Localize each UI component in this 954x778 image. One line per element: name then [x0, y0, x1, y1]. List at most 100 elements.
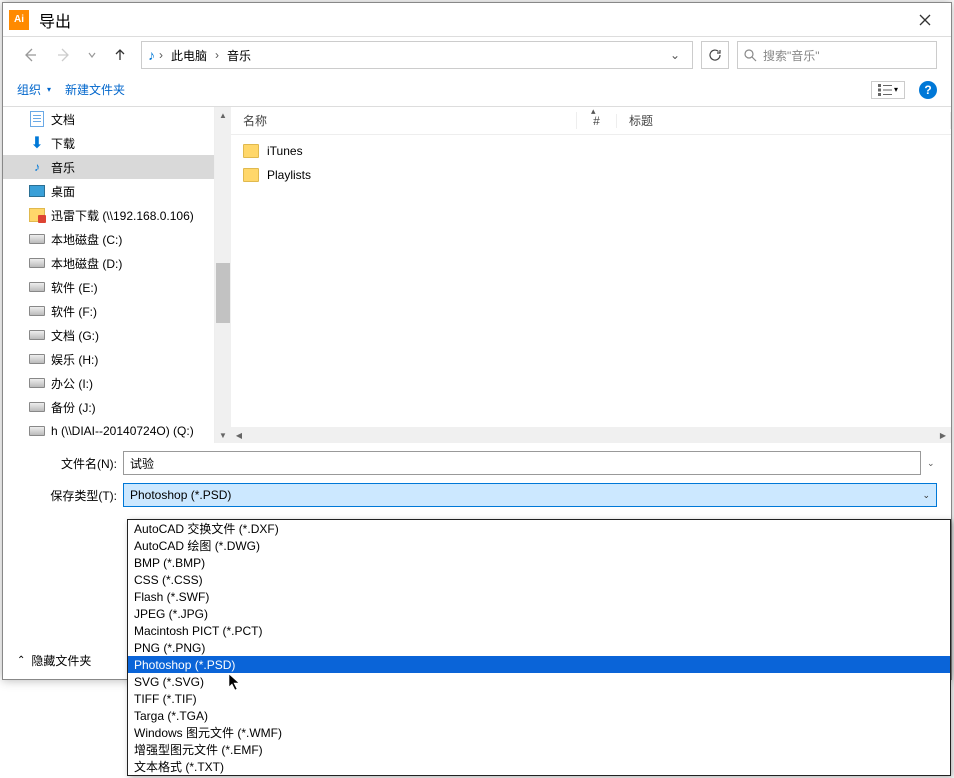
refresh-icon	[708, 48, 722, 62]
breadcrumb-item[interactable]: 音乐	[223, 45, 255, 66]
scroll-down-button[interactable]: ▼	[215, 427, 231, 443]
scroll-left-button[interactable]: ◀	[231, 427, 247, 443]
list-item[interactable]: Playlists	[231, 163, 951, 187]
filetype-option[interactable]: Flash (*.SWF)	[128, 588, 950, 605]
tree-item-label: 文档 (G:)	[51, 327, 99, 344]
main-area: 文档 ⬇下载♪音乐桌面迅雷下载 (\\192.168.0.106) 本地磁盘 (C:…	[3, 107, 951, 443]
scroll-up-button[interactable]: ▲	[215, 107, 231, 123]
filetype-option[interactable]: PNG (*.PNG)	[128, 639, 950, 656]
path-dropdown-button[interactable]: ⌄	[664, 48, 686, 62]
tree-item-label: 软件 (F:)	[51, 303, 97, 320]
tree-item-label: 软件 (E:)	[51, 279, 98, 296]
filetype-option[interactable]: CSS (*.CSS)	[128, 571, 950, 588]
tree-item-label: 迅雷下载 (\\192.168.0.106)	[51, 207, 194, 224]
nav-up-button[interactable]	[107, 42, 133, 68]
app-icon: Ai	[9, 10, 29, 30]
filetype-option[interactable]: SVG (*.SVG)	[128, 673, 950, 690]
organize-button[interactable]: 组织	[17, 81, 41, 98]
tree-item-label: h (\\DIAI--20140724O) (Q:)	[51, 424, 194, 438]
scroll-thumb[interactable]	[216, 263, 230, 323]
tree-item[interactable]: h (\\DIAI--20140724O) (Q:)	[3, 419, 214, 443]
column-headers: ▴ 名称 # 标题	[231, 107, 951, 135]
refresh-button[interactable]	[701, 41, 729, 69]
tree-item[interactable]: 备份 (J:)	[3, 395, 214, 419]
chevron-right-icon: ›	[159, 48, 163, 62]
tree-item-label: 娱乐 (H:)	[51, 351, 98, 368]
path-box[interactable]: ♪ › 此电脑 › 音乐 ⌄	[141, 41, 693, 69]
help-button[interactable]: ?	[919, 81, 937, 99]
tree-item-label: 本地磁盘 (D:)	[51, 255, 122, 272]
filetype-option[interactable]: 增强型图元文件 (*.EMF)	[128, 741, 950, 758]
scroll-right-button[interactable]: ▶	[935, 427, 951, 443]
tree-item[interactable]: 文档	[3, 107, 214, 131]
tree-item-label: 本地磁盘 (C:)	[51, 231, 122, 248]
arrow-right-icon	[56, 47, 72, 63]
filetype-option[interactable]: AutoCAD 绘图 (*.DWG)	[128, 537, 950, 554]
folder-icon	[243, 168, 259, 182]
filetype-option[interactable]: Macintosh PICT (*.PCT)	[128, 622, 950, 639]
tree-item-label: 音乐	[51, 159, 75, 176]
file-name: iTunes	[267, 144, 303, 158]
list-item[interactable]: iTunes	[231, 139, 951, 163]
filetype-dropdown[interactable]: AutoCAD 交换文件 (*.DXF)AutoCAD 绘图 (*.DWG)BM…	[127, 519, 951, 776]
sort-indicator-icon: ▴	[591, 106, 596, 117]
filetype-option[interactable]: AutoCAD 交换文件 (*.DXF)	[128, 520, 950, 537]
tree-item-label: 桌面	[51, 183, 75, 200]
hide-folders-toggle[interactable]: ⌃ 隐藏文件夹	[17, 652, 91, 669]
arrow-up-icon	[113, 48, 127, 62]
filetype-option[interactable]: BMP (*.BMP)	[128, 554, 950, 571]
music-icon: ♪	[148, 47, 155, 63]
filetype-option[interactable]: Targa (*.TGA)	[128, 707, 950, 724]
filetype-option[interactable]: JPEG (*.JPG)	[128, 605, 950, 622]
tree-item-label: 文档	[51, 111, 75, 128]
filename-input[interactable]	[123, 451, 921, 475]
tree-item-label: 备份 (J:)	[51, 399, 96, 416]
view-mode-button[interactable]: ▾	[871, 81, 905, 99]
new-folder-button[interactable]: 新建文件夹	[65, 81, 125, 98]
tree-item[interactable]: 本地磁盘 (D:)	[3, 251, 214, 275]
search-input[interactable]: 搜索"音乐"	[737, 41, 937, 69]
column-number[interactable]: #	[577, 114, 617, 128]
chevron-down-icon: ⌄	[922, 490, 930, 501]
folder-tree[interactable]: 文档 ⬇下载♪音乐桌面迅雷下载 (\\192.168.0.106) 本地磁盘 (C:…	[3, 107, 215, 443]
filetype-combo[interactable]: Photoshop (*.PSD) ⌄	[123, 483, 937, 507]
dialog-title: 导出	[39, 8, 905, 32]
content-hscrollbar[interactable]: ◀ ▶	[231, 427, 951, 443]
breadcrumb-item[interactable]: 此电脑	[167, 45, 211, 66]
folder-icon	[243, 144, 259, 158]
tree-item-label: 办公 (I:)	[51, 375, 93, 392]
hide-folders-label: 隐藏文件夹	[31, 652, 91, 669]
tree-item[interactable]: 本地磁盘 (C:)	[3, 227, 214, 251]
tree-item[interactable]: 桌面	[3, 179, 214, 203]
tree-scrollbar[interactable]: ▲ ▼	[215, 107, 231, 443]
nav-back-button[interactable]	[17, 42, 43, 68]
column-title[interactable]: 标题	[617, 112, 951, 129]
nav-recent-button[interactable]	[85, 42, 99, 68]
nav-forward-button[interactable]	[51, 42, 77, 68]
filename-label: 文件名(N):	[17, 455, 117, 472]
navbar: ♪ › 此电脑 › 音乐 ⌄ 搜索"音乐"	[3, 37, 951, 73]
tree-item[interactable]: 软件 (E:)	[3, 275, 214, 299]
filetype-label: 保存类型(T):	[17, 487, 117, 504]
filetype-option[interactable]: 文本格式 (*.TXT)	[128, 758, 950, 775]
tree-item[interactable]: 文档 (G:)	[3, 323, 214, 347]
close-button[interactable]	[905, 3, 945, 36]
file-name: Playlists	[267, 168, 311, 182]
tree-item[interactable]: 办公 (I:)	[3, 371, 214, 395]
file-list: ▴ 名称 # 标题 iTunes Playlists ◀ ▶	[231, 107, 951, 443]
tree-item[interactable]: 娱乐 (H:)	[3, 347, 214, 371]
filetype-option[interactable]: Photoshop (*.PSD)	[128, 656, 950, 673]
column-name[interactable]: 名称	[231, 112, 577, 129]
tree-item[interactable]: 迅雷下载 (\\192.168.0.106)	[3, 203, 214, 227]
filetype-option[interactable]: TIFF (*.TIF)	[128, 690, 950, 707]
chevron-right-icon: ›	[215, 48, 219, 62]
search-placeholder: 搜索"音乐"	[763, 47, 820, 64]
tree-item[interactable]: 软件 (F:)	[3, 299, 214, 323]
save-form: 文件名(N): ⌄ 保存类型(T): Photoshop (*.PSD) ⌄	[3, 443, 951, 507]
filetype-option[interactable]: Windows 图元文件 (*.WMF)	[128, 724, 950, 741]
tree-item[interactable]: ♪音乐	[3, 155, 214, 179]
list-view-icon	[878, 84, 892, 96]
filename-dropdown-icon[interactable]: ⌄	[927, 458, 937, 469]
tree-item[interactable]: ⬇下载	[3, 131, 214, 155]
tree-item-label: 下载	[51, 135, 75, 152]
